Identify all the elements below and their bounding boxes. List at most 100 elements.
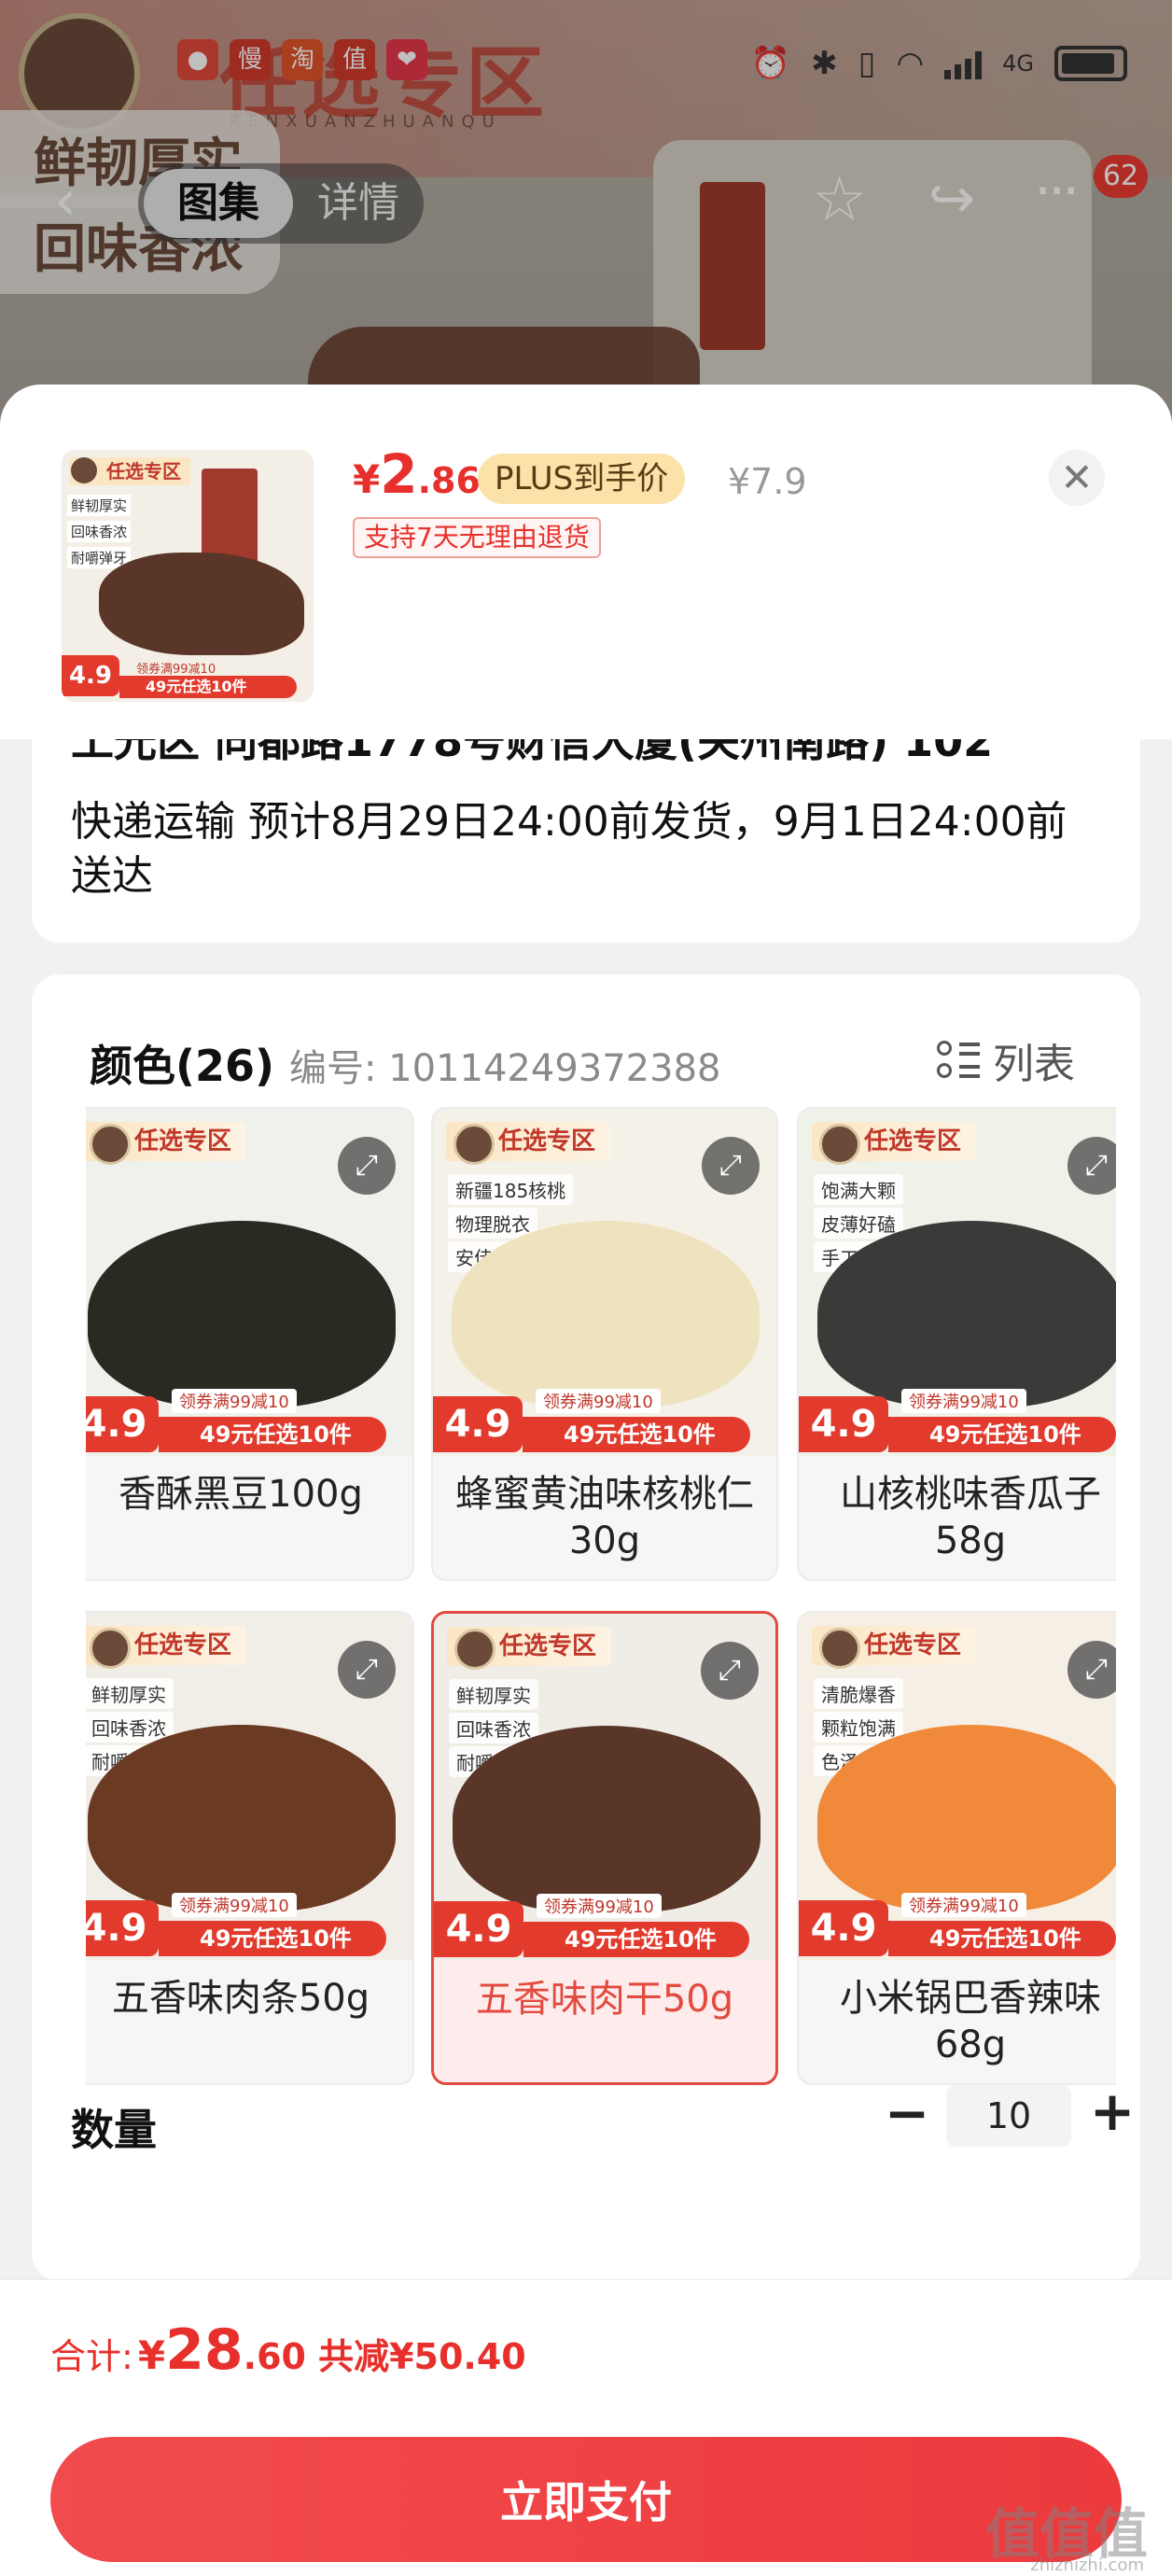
currency-symbol: ¥: [353, 456, 381, 502]
promo-price: 4.9: [799, 1900, 888, 1956]
sku-code: 编号: 10114249372388: [289, 1047, 721, 1090]
expand-icon[interactable]: ⤢: [338, 1641, 396, 1699]
address-line: 工光区 同都路1778号财信大厦(关州南路) 102: [71, 739, 994, 766]
pay-now-button[interactable]: 立即支付: [50, 2437, 1122, 2562]
zone-tag: 任选专区: [86, 1626, 247, 1669]
expand-icon[interactable]: ⤢: [338, 1137, 396, 1195]
variant-option[interactable]: 任选专区 新疆185核桃 物理脱衣 安佳黄油 ⤢ 4.9 领券满99减10 49…: [431, 1107, 778, 1581]
delivery-estimate: 快递运输 预计8月29日24:00前发货，9月1日24:00前送达: [71, 798, 1067, 900]
promo-price: 4.9: [434, 1901, 523, 1957]
list-view-label: 列表: [993, 1041, 1075, 1088]
promo-coupon: 领券满99减10: [536, 1389, 661, 1413]
thumb-promo-bar: 49元任选10件: [119, 676, 297, 698]
expand-icon[interactable]: ⤢: [1067, 1641, 1116, 1699]
promo-bar: 49元任选10件: [159, 1417, 386, 1452]
list-icon: [937, 1039, 980, 1082]
total-savings: 共减¥50.40: [318, 2336, 526, 2377]
overlay-dim[interactable]: [0, 0, 1172, 439]
quantity-label: 数量: [71, 2105, 157, 2155]
promo-coupon: 领券满99减10: [172, 1389, 297, 1413]
variant-name: 五香味肉条50g: [111, 1977, 370, 2020]
variant-image: 任选专区 鲜韧厚实 回味香浓 耐嚼弹牙 ⤢ 4.9 领券满99减10 49元任选…: [86, 1613, 412, 1960]
return-policy-tag: 支持7天无理由退货: [353, 517, 601, 558]
promo-coupon: 领券满99减10: [172, 1893, 297, 1917]
expand-icon[interactable]: ⤢: [702, 1137, 760, 1195]
promo-strip: 4.9 领券满99减10 49元任选10件: [799, 1893, 1116, 1960]
expand-icon[interactable]: ⤢: [1067, 1137, 1116, 1195]
variant-option[interactable]: 任选专区 ⤢ 4.9 领券满99减10 49元任选10件 香酥黑豆100g: [86, 1107, 414, 1581]
variant-name: 香酥黑豆100g: [119, 1473, 363, 1516]
variant-option[interactable]: 任选专区 饱满大颗 皮薄好磕 手工炒制 ⤢ 4.9 领券满99减10 49元任选…: [797, 1107, 1116, 1581]
food-image: [817, 1725, 1116, 1911]
promo-bar: 49元任选10件: [523, 1922, 749, 1957]
plus-price-tag: PLUS到手价: [478, 454, 686, 504]
feature-label: 清脆爆香: [814, 1678, 903, 1709]
feature-label: 鲜韧厚实: [449, 1679, 538, 1710]
zone-tag: 任选专区: [812, 1626, 977, 1669]
promo-bar: 49元任选10件: [159, 1921, 386, 1956]
thumb-feature: 鲜韧厚实: [67, 495, 132, 516]
variant-option-selected[interactable]: 任选专区 鲜韧厚实 回味香浓 耐嚼弹牙 ⤢ 4.9 领券满99减10 49元任选…: [431, 1611, 778, 2085]
sku-selection-sheet: 任选专区 鲜韧厚实 回味香浓 耐嚼弹牙 4.9 领券满99减10 49元任选10…: [0, 385, 1172, 2576]
variant-name: 小米锅巴香辣味68g: [840, 1977, 1101, 2066]
variant-title: 颜色(26): [90, 1041, 275, 1091]
zone-tag: 任选专区: [812, 1122, 977, 1165]
zone-tag: 任选专区: [447, 1627, 612, 1670]
zone-tag: 任选专区: [446, 1122, 611, 1165]
variant-name: 蜂蜜黄油味核桃仁30g: [455, 1473, 754, 1562]
variant-name: 五香味肉干50g: [475, 1978, 734, 2021]
promo-price: 4.9: [86, 1900, 159, 1956]
food-image: [452, 1221, 760, 1407]
promo-price: 4.9: [433, 1396, 523, 1452]
variant-name: 山核桃味香瓜子58g: [840, 1473, 1101, 1562]
promo-strip: 4.9 领券满99减10 49元任选10件: [433, 1389, 776, 1456]
total-label: 合计:: [50, 2336, 133, 2377]
variant-image: 任选专区 新疆185核桃 物理脱衣 安佳黄油 ⤢ 4.9 领券满99减10 49…: [433, 1109, 776, 1456]
total-decimal: .60: [243, 2336, 306, 2377]
feature-label: 饱满大颗: [814, 1174, 903, 1205]
currency-symbol: ¥: [137, 2332, 166, 2378]
food-image: [88, 1221, 396, 1407]
plus-price: ¥2.86: [353, 442, 481, 506]
variant-option[interactable]: 任选专区 清脆爆香 颗粒饱满 色泽鲜黄 ⤢ 4.9 领券满99减10 49元任选…: [797, 1611, 1116, 2085]
thumb-promo-coupon: 领券满99减10: [136, 663, 216, 677]
price-integer: 2: [380, 442, 418, 506]
variant-image: 任选专区 饱满大颗 皮薄好磕 手工炒制 ⤢ 4.9 领券满99减10 49元任选…: [799, 1109, 1116, 1456]
promo-strip: 4.9 领券满99减10 49元任选10件: [434, 1894, 775, 1961]
variant-option[interactable]: 任选专区 鲜韧厚实 回味香浓 耐嚼弹牙 ⤢ 4.9 领券满99减10 49元任选…: [86, 1611, 414, 2085]
variant-image: 任选专区 ⤢ 4.9 领券满99减10 49元任选10件: [86, 1109, 412, 1456]
watermark-url: zhizhizhi.com: [1030, 2555, 1144, 2575]
original-price: ¥7.9: [728, 461, 807, 502]
quantity-input[interactable]: [946, 2085, 1071, 2147]
thumb-feature: 回味香浓: [67, 521, 132, 542]
quantity-decrease-button[interactable]: −: [879, 2085, 935, 2141]
variant-card: 颜色(26) 编号: 10114249372388 列表 任选专区 ⤢ 4.9 …: [32, 974, 1140, 2281]
promo-coupon: 领券满99减10: [901, 1893, 1026, 1917]
product-thumbnail[interactable]: 任选专区 鲜韧厚实 回味香浓 耐嚼弹牙 4.9 领券满99减10 49元任选10…: [62, 450, 314, 702]
promo-coupon: 领券满99减10: [901, 1389, 1026, 1413]
total-integer: 28: [165, 2317, 244, 2383]
variant-grid: 任选专区 ⤢ 4.9 领券满99减10 49元任选10件 香酥黑豆100g 任选…: [86, 1107, 1116, 2143]
product-gallery-background: 任选专区 RENXUANZHUANQU 鲜韧厚实 回味香浓 ● 慢 淘 值 ❤ …: [0, 0, 1172, 439]
zone-tag: 任选专区: [86, 1122, 247, 1165]
promo-bar: 49元任选10件: [523, 1417, 750, 1452]
feature-label: 鲜韧厚实: [86, 1678, 174, 1709]
expand-icon[interactable]: ⤢: [701, 1642, 759, 1700]
quantity-increase-button[interactable]: +: [1084, 2083, 1140, 2139]
promo-price: 4.9: [86, 1396, 159, 1452]
feature-label: 新疆185核桃: [448, 1174, 574, 1205]
food-image: [453, 1726, 760, 1912]
variant-image: 任选专区 鲜韧厚实 回味香浓 耐嚼弹牙 ⤢ 4.9 领券满99减10 49元任选…: [434, 1614, 775, 1961]
variant-image: 任选专区 清脆爆香 颗粒饱满 色泽鲜黄 ⤢ 4.9 领券满99减10 49元任选…: [799, 1613, 1116, 1960]
order-total: 合计: ¥28.60 共减¥50.40: [50, 2317, 526, 2383]
close-button[interactable]: ✕: [1049, 450, 1105, 506]
promo-bar: 49元任选10件: [888, 1417, 1116, 1452]
list-view-button[interactable]: 列表: [937, 1030, 1075, 1090]
jerky-image: [99, 553, 304, 655]
food-image: [817, 1221, 1116, 1407]
promo-strip: 4.9 领券满99减10 49元任选10件: [86, 1893, 412, 1960]
delivery-card[interactable]: 工光区 同都路1778号财信大厦(关州南路) 102 快递运输 预计8月29日2…: [32, 739, 1140, 943]
promo-coupon: 领券满99减10: [537, 1894, 662, 1918]
promo-strip: 4.9 领券满99减10 49元任选10件: [799, 1389, 1116, 1456]
promo-price: 4.9: [799, 1396, 888, 1452]
